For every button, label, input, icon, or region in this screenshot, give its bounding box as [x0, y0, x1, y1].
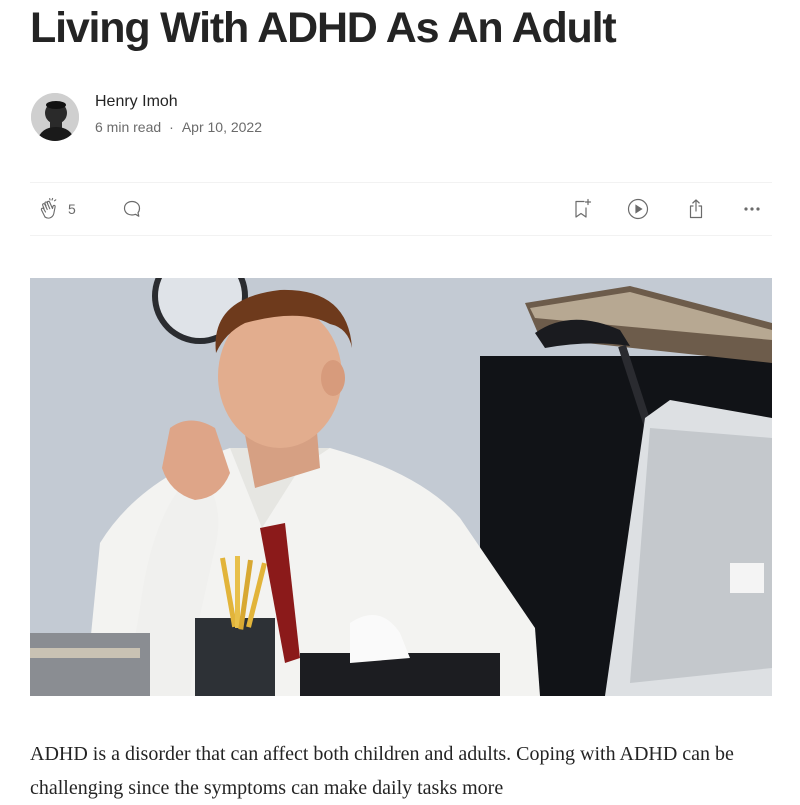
- article-meta: 6 min read · Apr 10, 2022: [95, 117, 262, 137]
- hero-image: [30, 278, 772, 696]
- meta-separator: ·: [169, 119, 174, 135]
- bookmark-add-icon: [575, 198, 592, 218]
- save-button[interactable]: [570, 196, 594, 222]
- more-horizontal-icon: [744, 207, 760, 211]
- more-button[interactable]: [740, 196, 764, 222]
- comment-icon: [123, 200, 141, 217]
- author-avatar[interactable]: [31, 93, 79, 141]
- article-paragraph: ADHD is a disorder that can affect both …: [30, 743, 734, 799]
- comment-button[interactable]: [120, 196, 144, 222]
- share-button[interactable]: [684, 196, 708, 222]
- listen-button[interactable]: [626, 196, 650, 222]
- clap-icon: [40, 197, 57, 219]
- clap-button[interactable]: 5: [38, 196, 76, 222]
- author-name[interactable]: Henry Imoh: [95, 91, 262, 113]
- article-action-bar: 5: [30, 182, 772, 236]
- share-icon: [689, 199, 703, 219]
- publish-date: Apr 10, 2022: [181, 119, 262, 135]
- play-circle-icon: [627, 198, 649, 220]
- clap-count: 5: [68, 201, 76, 217]
- article-title: Living With ADHD As An Adult: [30, 4, 617, 52]
- read-time: 6 min read: [95, 119, 162, 135]
- byline: Henry Imoh 6 min read · Apr 10, 2022: [31, 92, 262, 142]
